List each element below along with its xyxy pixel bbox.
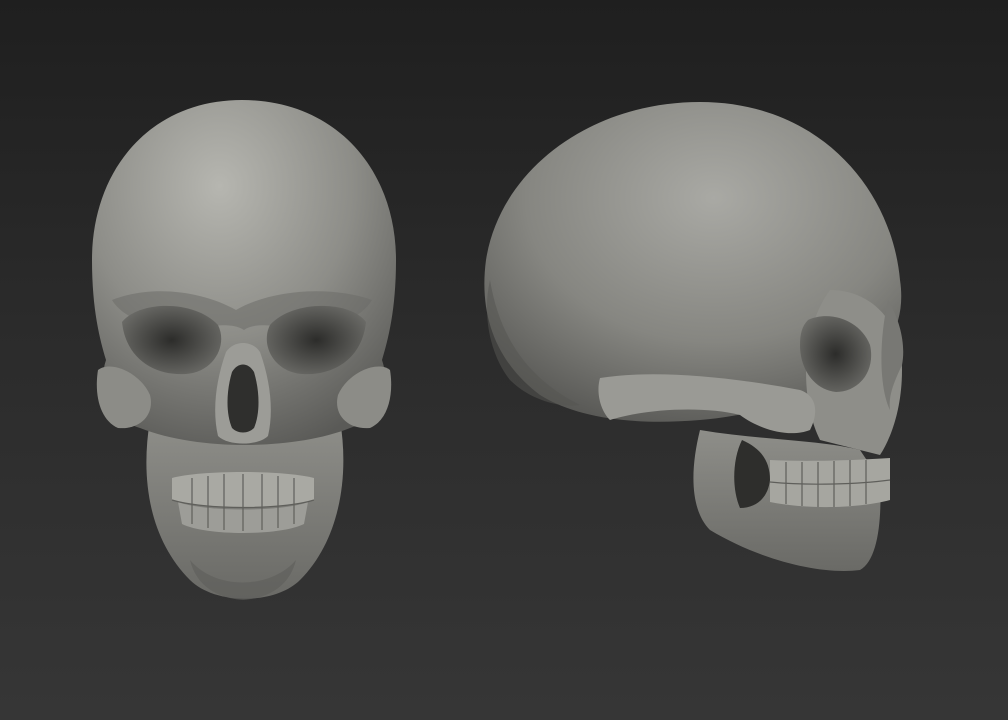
skull-front-model [92, 100, 396, 600]
scene-canvas [92, 100, 904, 600]
skull-side-model [484, 102, 904, 571]
render-viewport [0, 0, 1008, 720]
front-mandible [146, 420, 344, 599]
